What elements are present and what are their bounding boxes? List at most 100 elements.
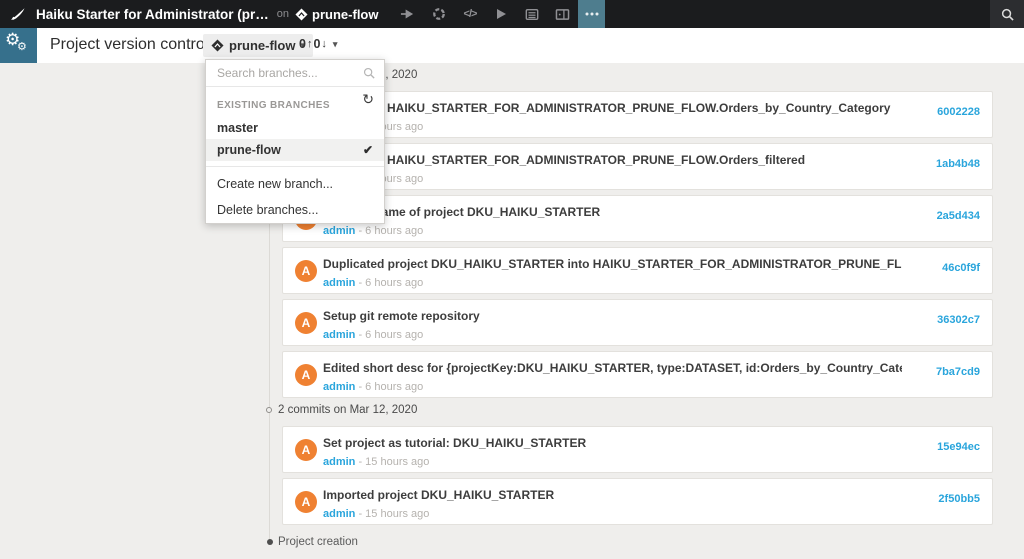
dashboard-icon[interactable] xyxy=(547,0,578,28)
search-button[interactable] xyxy=(990,0,1024,28)
commit-author-link[interactable]: admin xyxy=(323,277,355,289)
commit-meta: admin - 15 hours ago xyxy=(323,456,902,468)
project-name[interactable]: Haiku Starter for Administrator (pr… xyxy=(36,7,269,22)
branch-option-master[interactable]: master xyxy=(206,117,384,139)
code-icon[interactable]: </> xyxy=(454,0,485,28)
branch-option-prune-flow[interactable]: prune-flow ✔ xyxy=(206,139,384,161)
commit-author-link[interactable]: admin xyxy=(323,456,355,468)
bird-icon xyxy=(10,7,26,21)
commit-time: - 6 hours ago xyxy=(355,225,423,237)
project-creation-row: Project creation xyxy=(264,535,993,549)
check-icon: ✔ xyxy=(363,143,373,157)
existing-branches-label: EXISTING BRANCHES xyxy=(217,100,330,111)
branch-icon xyxy=(295,8,308,21)
create-branch-item[interactable]: Create new branch... xyxy=(206,171,384,197)
branch-option-label: master xyxy=(217,121,258,135)
branch-actions: Create new branch...Delete branches... xyxy=(206,171,384,223)
commit-time: - 15 hours ago xyxy=(355,508,429,520)
commit-hash-link[interactable]: 2a5d434 xyxy=(937,210,980,222)
commit-message: Setup git remote repository xyxy=(323,309,902,323)
commit-author-link[interactable]: admin xyxy=(323,329,355,341)
delete-branches-item[interactable]: Delete branches... xyxy=(206,197,384,223)
timeline-marker-icon xyxy=(266,407,272,413)
commit-author-link[interactable]: admin xyxy=(323,225,355,237)
on-label: on xyxy=(277,8,289,20)
search-icon xyxy=(363,66,375,84)
git-sync-status[interactable]: 0↑0↓ ▾ xyxy=(299,37,337,51)
navbar-icons: </> xyxy=(392,0,605,28)
top-navbar: Haiku Starter for Administrator (pr… on … xyxy=(0,0,1024,28)
commit-hash-link[interactable]: 46c0f9f xyxy=(942,262,980,274)
commit-card: A Imported project DKU_HAIKU_STARTERadmin… xyxy=(282,478,993,525)
commit-hash-link[interactable]: 15e94ec xyxy=(937,441,980,453)
commit-group-header: 2 commits on Mar 12, 2020 xyxy=(264,403,993,417)
author-avatar: A xyxy=(295,491,317,513)
commit-message: Duplicated project DKU_HAIKU_STARTER int… xyxy=(323,257,902,271)
chevron-down-icon: ▾ xyxy=(333,39,338,50)
branch-search-row xyxy=(206,60,384,87)
commit-author-link[interactable]: admin xyxy=(323,508,355,520)
commit-message: HAIKU_STARTER_FOR_ADMINISTRATOR_PRUNE_FL… xyxy=(387,153,902,167)
arrow-up-icon: ↑ xyxy=(307,38,313,50)
commit-hash-link[interactable]: 7ba7cd9 xyxy=(936,366,980,378)
existing-branches-row: EXISTING BRANCHES ↻ xyxy=(206,87,384,117)
commit-message: Set project as tutorial: DKU_HAIKU_START… xyxy=(323,436,902,450)
arrow-down-icon: ↓ xyxy=(321,38,327,50)
commit-meta: admin - 6 hours ago xyxy=(323,329,902,341)
commit-hash-link[interactable]: 1ab4b48 xyxy=(936,158,980,170)
commit-message: Edited short desc for {projectKey:DKU_HA… xyxy=(323,361,902,375)
refresh-icon[interactable]: ↻ xyxy=(362,92,374,106)
jobs-icon[interactable] xyxy=(516,0,547,28)
commit-meta: admin - 15 hours ago xyxy=(323,508,902,520)
run-icon[interactable] xyxy=(485,0,516,28)
commit-time: - 15 hours ago xyxy=(355,456,429,468)
commit-time: - 6 hours ago xyxy=(355,277,423,289)
commit-card: AUpdated name of project DKU_HAIKU_START… xyxy=(282,195,993,242)
author-avatar: A xyxy=(295,260,317,282)
branch-dropdown: EXISTING BRANCHES ↻ master prune-flow ✔ Cr… xyxy=(205,59,385,224)
commit-meta: admin - 6 hours ago xyxy=(323,173,902,185)
commit-card: AHAIKU_STARTER_FOR_ADMINISTRATOR_PRUNE_F… xyxy=(282,143,993,190)
branch-list: master prune-flow ✔ xyxy=(206,117,384,161)
commit-hash-link[interactable]: 2f50bb5 xyxy=(938,493,980,505)
commit-card: ASet project as tutorial: DKU_HAIKU_STAR… xyxy=(282,426,993,473)
more-icon[interactable] xyxy=(578,0,605,28)
commit-meta: admin - 6 hours ago xyxy=(323,225,902,237)
project-creation-label: Project creation xyxy=(278,536,358,548)
branch-selector-label: prune-flow xyxy=(229,38,295,53)
commit-card: A Duplicated project DKU_HAIKU_STARTER in… xyxy=(282,247,993,294)
commit-card: AHAIKU_STARTER_FOR_ADMINISTRATOR_PRUNE_F… xyxy=(282,91,993,138)
commit-hash-link[interactable]: 6002228 xyxy=(937,106,980,118)
author-avatar: A xyxy=(295,364,317,386)
page-title: Project version control xyxy=(50,36,208,54)
flow-icon[interactable] xyxy=(392,0,423,28)
branch-selector-button[interactable]: prune-flow ▾ xyxy=(203,34,313,57)
branch-icon xyxy=(211,39,224,52)
commit-time: - 6 hours ago xyxy=(355,381,423,393)
commit-hash-link[interactable]: 36302c7 xyxy=(937,314,980,326)
commit-meta: admin - 6 hours ago xyxy=(323,121,902,133)
navbar-current-branch[interactable]: prune-flow xyxy=(295,7,378,22)
branch-option-label: prune-flow xyxy=(217,143,281,157)
commit-card: A Setup git remote repository admin - 6 ho… xyxy=(282,299,993,346)
search-icon xyxy=(1001,8,1014,21)
author-avatar: A xyxy=(295,312,317,334)
commit-message: Updated name of project DKU_HAIKU_STARTE… xyxy=(323,205,902,219)
commit-message: Imported project DKU_HAIKU_STARTER xyxy=(323,488,902,502)
timeline-dot-icon xyxy=(267,539,273,545)
gear-small-icon: ⚙ xyxy=(17,40,27,53)
commit-meta: admin - 6 hours ago xyxy=(323,381,902,393)
dropdown-divider xyxy=(206,166,384,167)
commit-time: - 6 hours ago xyxy=(355,329,423,341)
commit-meta: admin - 6 hours ago xyxy=(323,277,902,289)
lab-icon[interactable] xyxy=(423,0,454,28)
version-control-tile: ⚙ ⚙ xyxy=(0,28,37,63)
behind-count: 0 xyxy=(313,37,320,51)
commit-card: A Edited short desc for {projectKey:DKU_H… xyxy=(282,351,993,398)
commit-group-header-label: 2 commits on Mar 12, 2020 xyxy=(278,404,417,416)
branch-search-input[interactable] xyxy=(206,60,384,86)
commit-author-link[interactable]: admin xyxy=(323,381,355,393)
dataiku-logo[interactable] xyxy=(0,0,36,28)
commit-history-panel: 6 commits on Mar 13, 2020AHAIKU_STARTER_… xyxy=(0,63,1024,559)
page-header: ⚙ ⚙ Project version control prune-flow ▾… xyxy=(0,28,1024,63)
